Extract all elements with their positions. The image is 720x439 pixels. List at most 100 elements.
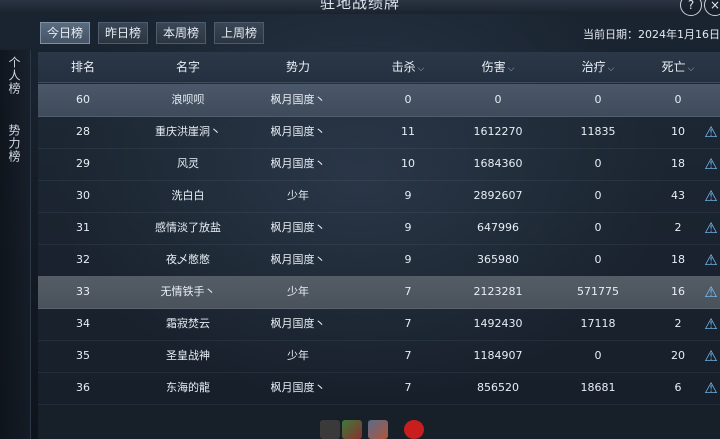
skill-icon[interactable]: [320, 420, 340, 439]
cell-damage: 2123281: [473, 285, 523, 298]
column-header-heal[interactable]: 治疗 ⌵: [548, 52, 648, 82]
cell-rank: 60: [76, 93, 90, 106]
cell-kills: 9: [404, 189, 412, 202]
cell-faction: 枫月国度丶: [270, 381, 326, 394]
column-header-name: 名字: [118, 52, 258, 82]
column-label: 伤害: [481, 60, 506, 74]
cell-name: 浪呗呗: [171, 93, 205, 106]
report-icon[interactable]: ⚠: [702, 347, 720, 365]
table-row[interactable]: 36 东海的龍 枫月国度丶 7 856520 18681 6 ⚠: [38, 372, 720, 405]
table-row[interactable]: 31 感情淡了放盐 枫月国度丶 9 647996 0 2 ⚠: [38, 212, 720, 245]
cell-faction: 枫月国度丶: [270, 157, 326, 170]
column-label: 治疗: [581, 60, 606, 74]
cell-damage: 2892607: [473, 189, 523, 202]
cell-damage: 1492430: [473, 317, 523, 330]
cell-name: 圣皇战神: [166, 349, 210, 362]
column-label: 势力: [285, 60, 310, 74]
cell-faction: 少年: [287, 349, 309, 362]
table-row[interactable]: 35 圣皇战神 少年 7 1184907 0 20 ⚠: [38, 340, 720, 373]
cell-damage: 1684360: [473, 157, 523, 170]
column-header-kills[interactable]: 击杀 ⌵: [378, 52, 438, 82]
column-label: 死亡: [661, 60, 686, 74]
column-label: 名字: [175, 60, 200, 74]
cell-kills: 10: [401, 157, 415, 170]
cell-heal: 11835: [580, 125, 616, 138]
table-row[interactable]: 28 重庆洪崖洞丶 枫月国度丶 11 1612270 11835 10 ⚠: [38, 116, 720, 149]
tab-3[interactable]: 上周榜: [214, 22, 265, 44]
cell-damage: 1184907: [473, 349, 523, 362]
report-icon[interactable]: ⚠: [702, 155, 720, 173]
cell-name: 重庆洪崖洞丶: [155, 125, 221, 138]
cell-heal: 0: [594, 157, 602, 170]
cell-heal: 0: [594, 253, 602, 266]
table-row[interactable]: 34 霜寂焚云 枫月国度丶 7 1492430 17118 2 ⚠: [38, 308, 720, 341]
cell-damage: 1612270: [473, 125, 523, 138]
cell-kills: 11: [401, 125, 415, 138]
cell-heal: 0: [594, 93, 602, 106]
cell-kills: 0: [404, 93, 412, 106]
leaderboard-table: 排名 名字 势力 击杀 ⌵ 伤害 ⌵ 治疗 ⌵ 死亡 ⌵ 60 浪呗呗 枫月国度丶 0 0 0 0 28 重庆洪崖洞…: [38, 52, 720, 439]
cell-rank: 34: [76, 317, 90, 330]
bottom-icon-strip: [320, 420, 430, 439]
column-label: 排名: [70, 60, 95, 74]
cell-kills: 7: [404, 317, 412, 330]
table-row-self[interactable]: 60 浪呗呗 枫月国度丶 0 0 0 0: [38, 84, 720, 117]
cell-heal: 17118: [580, 317, 616, 330]
cell-kills: 9: [404, 221, 412, 234]
side-tab-personal[interactable]: 个人榜: [0, 56, 22, 95]
cell-faction: 少年: [287, 189, 309, 202]
cell-rank: 36: [76, 381, 90, 394]
buff-icon[interactable]: [368, 420, 388, 439]
cell-faction: 枫月国度丶: [270, 221, 326, 234]
column-header-rank: 排名: [38, 52, 128, 82]
record-icon[interactable]: [404, 420, 424, 439]
cell-heal: 0: [594, 221, 602, 234]
column-header-deaths[interactable]: 死亡 ⌵: [638, 52, 718, 82]
sort-icon[interactable]: ⌵: [608, 64, 615, 74]
cell-faction: 枫月国度丶: [270, 125, 326, 138]
cell-deaths: 0: [674, 93, 682, 106]
cell-faction: 枫月国度丶: [270, 93, 326, 106]
side-tab-faction[interactable]: 势力榜: [0, 124, 22, 163]
cell-damage: 0: [494, 93, 502, 106]
report-icon[interactable]: ⚠: [702, 219, 720, 237]
cell-rank: 32: [76, 253, 90, 266]
tab-bar: 今日榜 昨日榜 本周榜 上周榜: [40, 22, 265, 44]
cell-name: 东海的龍: [166, 381, 210, 394]
cell-damage: 647996: [477, 221, 519, 234]
report-icon[interactable]: ⚠: [702, 251, 720, 269]
cell-name: 霜寂焚云: [166, 317, 210, 330]
sort-icon[interactable]: ⌵: [418, 64, 425, 74]
cell-kills: 9: [404, 253, 412, 266]
report-icon[interactable]: ⚠: [702, 379, 720, 397]
cell-name: 洗白白: [171, 189, 205, 202]
cell-faction: 枫月国度丶: [270, 253, 326, 266]
table-row[interactable]: 29 风灵 枫月国度丶 10 1684360 0 18 ⚠: [38, 148, 720, 181]
table-row[interactable]: 30 洗白白 少年 9 2892607 0 43 ⚠: [38, 180, 720, 213]
tab-1[interactable]: 昨日榜: [98, 22, 149, 44]
report-icon[interactable]: ⚠: [702, 283, 720, 301]
cell-heal: 18681: [580, 381, 616, 394]
report-icon[interactable]: ⚠: [702, 315, 720, 333]
cell-damage: 365980: [477, 253, 519, 266]
table-row[interactable]: 32 夜乄憋憋 枫月国度丶 9 365980 0 18 ⚠: [38, 244, 720, 277]
sort-icon[interactable]: ⌵: [508, 64, 515, 74]
cell-heal: 571775: [577, 285, 619, 298]
item-icon[interactable]: [342, 420, 362, 439]
column-label: 击杀: [391, 60, 416, 74]
column-header-damage[interactable]: 伤害 ⌵: [448, 52, 548, 82]
report-icon[interactable]: ⚠: [702, 187, 720, 205]
sort-icon[interactable]: ⌵: [688, 64, 695, 74]
cell-rank: 33: [76, 285, 90, 298]
cell-damage: 856520: [477, 381, 519, 394]
cell-rank: 28: [76, 125, 90, 138]
window-title: 驻地战绩牌: [319, 0, 400, 12]
report-icon[interactable]: ⚠: [702, 123, 720, 141]
cell-name: 无情铁手丶: [160, 285, 216, 298]
cell-kills: 7: [404, 349, 412, 362]
table-row[interactable]: 33 无情铁手丶 少年 7 2123281 571775 16 ⚠: [38, 276, 720, 309]
cell-rank: 30: [76, 189, 90, 202]
tab-2[interactable]: 本周榜: [156, 22, 207, 44]
cell-name: 感情淡了放盐: [155, 221, 221, 234]
tab-0[interactable]: 今日榜: [40, 22, 91, 44]
